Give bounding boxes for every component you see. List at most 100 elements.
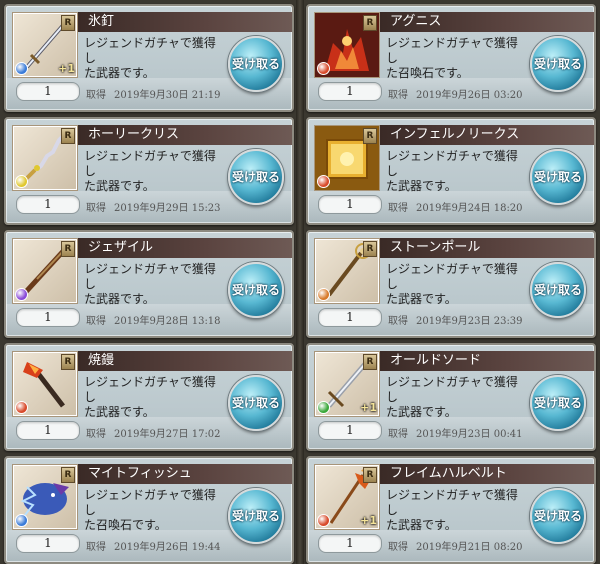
acquired-label: 取得 xyxy=(86,316,106,327)
item-name-bar: 焼鏝 xyxy=(78,351,292,371)
item-name-bar: オールドソード xyxy=(380,351,594,371)
acquired-label: 取得 xyxy=(86,90,106,101)
element-orb-icon xyxy=(317,288,330,301)
description-line: レジェンドガチャで獲得し xyxy=(386,149,518,178)
item-thumbnail: R xyxy=(12,238,78,304)
item-thumbnail: R xyxy=(314,12,380,78)
item-name: 焼鏝 xyxy=(88,353,115,368)
plus-bonus: +1 xyxy=(58,62,75,75)
rarity-badge: R xyxy=(61,15,75,31)
acquired-date: 2019年9月27日 17:02 xyxy=(114,429,221,440)
element-orb-icon xyxy=(15,514,28,527)
acquired-date: 2019年9月30日 21:19 xyxy=(114,90,221,101)
item-name: アグニス xyxy=(390,14,442,29)
receive-button[interactable]: 受け取る xyxy=(228,36,284,92)
item-name: ストーンポール xyxy=(390,240,481,255)
acquired-label: 取得 xyxy=(388,316,408,327)
gift-card: R ストーンポール レジェンドガチャで獲得し た武器です。 受け取る 1 取得 2019年9月… xyxy=(306,230,596,338)
description-line: レジェンドガチャで獲得し xyxy=(84,36,216,65)
item-description: レジェンドガチャで獲得し た武器です。 xyxy=(386,149,526,194)
item-thumbnail: R xyxy=(314,125,380,191)
gift-card: R 焼鏝レジェンドガチャで獲得し た武器です。 受け取る 1 取得 2019年9月27日 1… xyxy=(4,343,294,451)
rarity-badge: R xyxy=(363,241,377,257)
description-line: レジェンドガチャで獲得し xyxy=(386,375,518,404)
item-name: フレイムハルベルト xyxy=(390,466,507,481)
item-description: レジェンドガチャで獲得し た召喚石です。 xyxy=(386,36,526,81)
acquired-date: 2019年9月28日 13:18 xyxy=(114,316,221,327)
quantity-field: 1 xyxy=(318,82,382,101)
item-description: レジェンドガチャで獲得し た武器です。 xyxy=(386,262,526,307)
item-name: ジェザイル xyxy=(88,240,154,255)
receive-button[interactable]: 受け取る xyxy=(530,262,586,318)
description-line: レジェンドガチャで獲得し xyxy=(84,375,216,404)
description-line: た武器です。 xyxy=(386,179,457,193)
receive-button[interactable]: 受け取る xyxy=(228,488,284,544)
element-orb-icon xyxy=(15,62,28,75)
item-name-bar: アグニス xyxy=(380,12,594,32)
quantity-field: 1 xyxy=(16,534,80,553)
receive-button[interactable]: 受け取る xyxy=(530,488,586,544)
element-orb-icon xyxy=(15,175,28,188)
item-name-bar: マイトフィッシュ xyxy=(78,464,292,484)
receive-button[interactable]: 受け取る xyxy=(228,375,284,431)
plus-bonus: +1 xyxy=(360,401,377,414)
description-line: レジェンドガチャで獲得し xyxy=(386,262,518,291)
quantity-field: 1 xyxy=(16,421,80,440)
item-thumbnail: R +1 xyxy=(314,464,380,530)
description-line: た召喚石です。 xyxy=(386,66,469,80)
item-thumbnail: R xyxy=(314,238,380,304)
description-line: レジェンドガチャで獲得し xyxy=(84,488,216,517)
receive-button[interactable]: 受け取る xyxy=(530,149,586,205)
item-name: オールドソード xyxy=(390,353,482,368)
acquired-label: 取得 xyxy=(388,203,408,214)
gift-card: R ジェザイル レジェンドガチャで獲得し た武器です。 受け取る 1 取得 2019年9月28… xyxy=(4,230,294,338)
item-description: レジェンドガチャで獲得し た武器です。 xyxy=(84,262,224,307)
description-line: た武器です。 xyxy=(386,292,457,306)
description-line: レジェンドガチャで獲得し xyxy=(84,262,216,291)
receive-button[interactable]: 受け取る xyxy=(530,36,586,92)
acquired-date: 2019年9月26日 19:44 xyxy=(114,542,221,553)
item-thumbnail: R +1 xyxy=(12,12,78,78)
gift-card: R マイトフィッシュ レジェンドガチャで獲得し た召喚石です。 受け取る 1 取得 2019年… xyxy=(4,456,294,564)
acquired-date: 2019年9月23日 00:41 xyxy=(416,429,523,440)
description-line: レジェンドガチャで獲得し xyxy=(386,36,518,65)
quantity-field: 1 xyxy=(16,82,80,101)
item-thumbnail: R xyxy=(12,464,78,530)
gift-card: R アグニス レジェンドガチャで獲得し た召喚石です。 受け取る 1 取得 2019年9月26… xyxy=(306,4,596,112)
acquired-label: 取得 xyxy=(86,203,106,214)
rarity-badge: R xyxy=(363,15,377,31)
rarity-badge: R xyxy=(61,128,75,144)
gift-card: R インフェルノリークス レジェンドガチャで獲得し た武器です。 受け取る 1 取得 2019… xyxy=(306,117,596,225)
acquired-label: 取得 xyxy=(86,542,106,553)
description-line: た武器です。 xyxy=(84,405,155,419)
description-line: た武器です。 xyxy=(386,518,457,532)
quantity-field: 1 xyxy=(16,195,80,214)
acquired-label: 取得 xyxy=(388,90,408,101)
receive-button[interactable]: 受け取る xyxy=(228,149,284,205)
item-name-bar: 氷釘 xyxy=(78,12,292,32)
item-name-bar: インフェルノリークス xyxy=(380,125,594,145)
acquired-date: 2019年9月29日 15:23 xyxy=(114,203,221,214)
acquired-date: 2019年9月24日 18:20 xyxy=(416,203,523,214)
quantity-field: 1 xyxy=(318,421,382,440)
description-line: た武器です。 xyxy=(84,179,155,193)
receive-button[interactable]: 受け取る xyxy=(530,375,586,431)
description-line: た武器です。 xyxy=(386,405,457,419)
element-orb-icon xyxy=(317,514,330,527)
item-name-bar: ホーリークリス xyxy=(78,125,292,145)
item-name-bar: ジェザイル xyxy=(78,238,292,258)
receive-button[interactable]: 受け取る xyxy=(228,262,284,318)
item-description: レジェンドガチャで獲得し た武器です。 xyxy=(84,36,224,81)
plus-bonus: +1 xyxy=(360,514,377,527)
item-name-bar: フレイムハルベルト xyxy=(380,464,594,484)
element-orb-icon xyxy=(15,288,28,301)
rarity-badge: R xyxy=(61,354,75,370)
gift-card: R +1 オールドソード レジェンドガチャで獲得し た武器です。 受け取る 1 取得 2019年… xyxy=(306,343,596,451)
item-name: マイトフィッシュ xyxy=(88,466,192,481)
item-description: レジェンドガチャで獲得し た武器です。 xyxy=(386,375,526,420)
description-line: レジェンドガチャで獲得し xyxy=(386,488,518,517)
acquired-label: 取得 xyxy=(86,429,106,440)
quantity-field: 1 xyxy=(318,195,382,214)
rarity-badge: R xyxy=(61,241,75,257)
element-orb-icon xyxy=(317,175,330,188)
